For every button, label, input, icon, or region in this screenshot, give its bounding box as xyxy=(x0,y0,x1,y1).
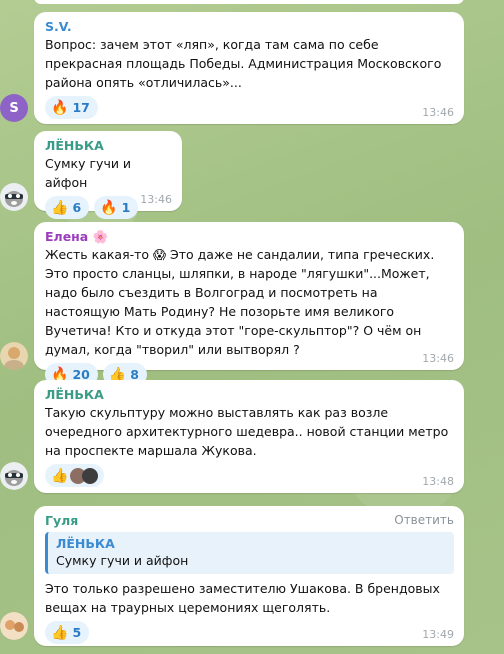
partial-message-bubble xyxy=(34,0,464,4)
reactions: 👍 xyxy=(45,464,454,487)
photo-avatar-icon xyxy=(0,612,28,640)
reaction-count: 6 xyxy=(72,200,82,215)
avatar[interactable]: S xyxy=(0,94,28,122)
reaction-count: 17 xyxy=(72,100,90,115)
reaction-thumbs-up[interactable]: 👍 5 xyxy=(45,621,90,644)
message-time: 13:49 xyxy=(422,628,454,641)
avatar[interactable] xyxy=(0,183,28,211)
reactions: 🔥 17 xyxy=(45,96,454,119)
message-bubble[interactable]: Елена 🌸 Жесть какая-то 😱 Это даже не сан… xyxy=(34,222,464,386)
message-bubble[interactable]: Гуля Ответить ЛЁНЬКА Сумку гучи и айфон … xyxy=(34,506,464,646)
sender-name[interactable]: S.V. xyxy=(45,18,454,35)
scream-emoji-icon: 😱 xyxy=(153,247,167,262)
message-text: Это только разрешено заместителю Ушакова… xyxy=(45,581,440,615)
thumbs-up-icon: 👍 xyxy=(51,624,69,641)
message-time: 13:48 xyxy=(422,475,454,488)
sender-name-text: Елена xyxy=(45,229,89,244)
fire-icon: 🔥 xyxy=(100,199,118,216)
reaction-thumbs-up[interactable]: 👍 6 xyxy=(45,196,90,219)
thumbs-up-icon: 👍 xyxy=(51,199,69,216)
reaction-fire[interactable]: 🔥 1 xyxy=(94,196,139,219)
message-time: 13:46 xyxy=(140,193,172,206)
message-time: 13:46 xyxy=(422,352,454,365)
sender-name[interactable]: Елена 🌸 xyxy=(45,228,454,245)
message-text: Вопрос: зачем этот «ляп», когда там сама… xyxy=(45,37,442,90)
fire-icon: 🔥 xyxy=(51,99,69,116)
raccoon-avatar-icon xyxy=(0,183,28,211)
message-time: 13:46 xyxy=(422,106,454,119)
photo-avatar-icon xyxy=(0,342,28,370)
avatar[interactable] xyxy=(0,342,28,370)
reactor-avatar xyxy=(82,467,99,484)
sender-name[interactable]: Гуля xyxy=(45,512,454,529)
message-text: Жесть какая-то 😱 Это даже не сандалии, т… xyxy=(45,245,454,359)
reaction-count: 1 xyxy=(121,200,131,215)
message-bubble[interactable]: ЛЁНЬКА Такую скульптуру можно выставлять… xyxy=(34,380,464,493)
flower-icon: 🌸 xyxy=(92,229,109,244)
reply-button[interactable]: Ответить xyxy=(394,513,454,527)
sender-name[interactable]: ЛЁНЬКА xyxy=(45,386,454,403)
reaction-fire[interactable]: 🔥 17 xyxy=(45,96,98,119)
thumbs-up-icon: 👍 xyxy=(51,467,69,484)
reaction-thumbs-up[interactable]: 👍 xyxy=(45,464,105,487)
quote-text: Сумку гучи и айфон xyxy=(56,553,189,568)
sender-name[interactable]: ЛЁНЬКА xyxy=(45,137,172,154)
avatar-letter: S xyxy=(9,100,19,116)
message-bubble[interactable]: ЛЁНЬКА Сумку гучи и айфон 👍 6 🔥 1 13:46 xyxy=(34,131,182,219)
quote-sender: ЛЁНЬКА xyxy=(56,536,115,551)
avatar[interactable] xyxy=(0,612,28,640)
reply-quote[interactable]: ЛЁНЬКА Сумку гучи и айфон xyxy=(45,532,454,574)
raccoon-avatar-icon xyxy=(0,462,28,490)
message-text: Такую скульптуру можно выставлять как ра… xyxy=(45,405,449,458)
avatar[interactable] xyxy=(0,462,28,490)
message-text: Сумку гучи и айфон xyxy=(45,156,132,190)
reactions: 👍 5 xyxy=(45,621,454,644)
message-bubble[interactable]: S.V. Вопрос: зачем этот «ляп», когда там… xyxy=(34,12,464,124)
message-text-part: Жесть какая-то xyxy=(45,247,154,262)
reaction-count: 5 xyxy=(72,625,82,640)
message-text-part: Это даже не сандалии, типа греческих. Эт… xyxy=(45,247,435,357)
